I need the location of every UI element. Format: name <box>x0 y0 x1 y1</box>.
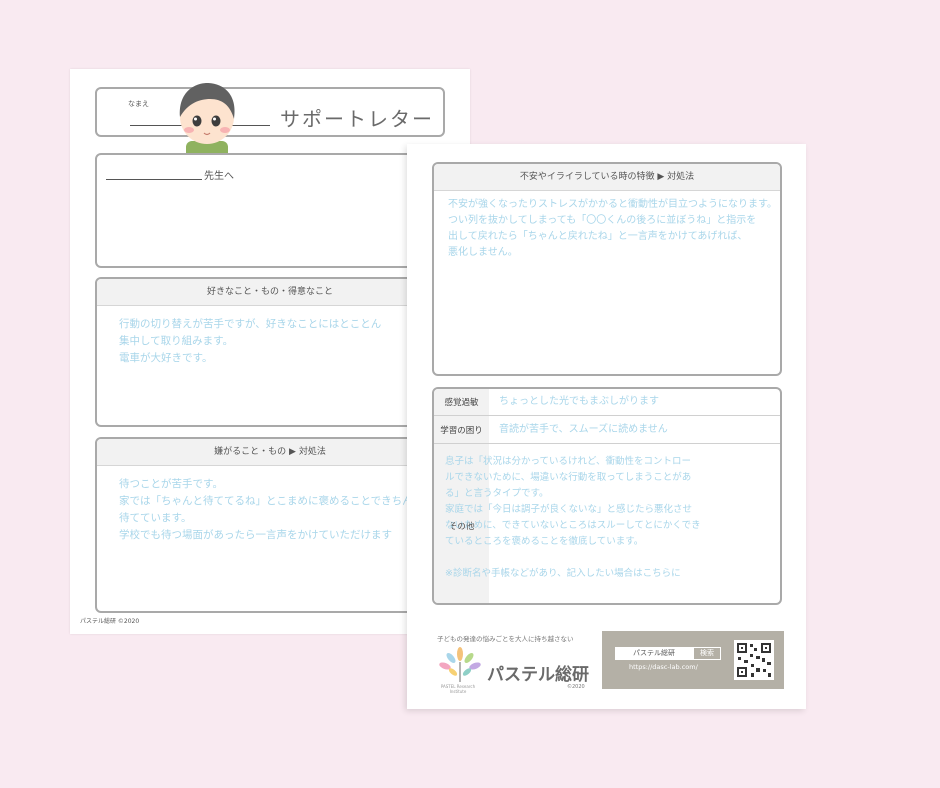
teacher-name-line <box>106 179 202 180</box>
copyright: ©2020 <box>567 684 585 690</box>
name-label: なまえ <box>128 100 149 108</box>
page-title: サポートレター <box>280 107 434 131</box>
brand-subtitle: PASTEL Research Institute <box>440 684 476 694</box>
likes-heading: 好きなこと・もの・得意なこと <box>97 279 443 306</box>
row-value: 音読が苦手で、スムーズに読めません <box>499 424 668 435</box>
info-table: 感覚過敏 ちょっとした光でもまぶしがります 学習の困り 音読が苦手で、スムーズに… <box>432 387 782 605</box>
anxiety-section: 不安やイライラしている時の特徴 ▶ 対処法 不安が強くなったりストレスがかかると… <box>432 162 782 376</box>
teacher-label: 先生へ <box>204 171 234 182</box>
pastel-logo-icon <box>439 647 481 682</box>
dislikes-section: 嫌がること・もの ▶ 対処法 待つことが苦手です。 家では「ちゃんと待ててるね」… <box>95 437 445 613</box>
table-row: その他 息子は「状況は分かっているけれど、衝動性をコントロー ルできないために、… <box>434 444 780 603</box>
likes-section: 好きなこと・もの・得意なこと 行動の切り替えが苦手ですが、好きなことにはとことん… <box>95 277 445 427</box>
qr-code-icon <box>734 640 774 680</box>
likes-text: 行動の切り替えが苦手ですが、好きなことにはとことん 集中して取り組みます。 電車… <box>119 318 382 364</box>
teacher-box <box>95 153 445 268</box>
anxiety-heading: 不安やイライラしている時の特徴 ▶ 対処法 <box>434 164 780 191</box>
footer-logo: パステル総研 ©2020 <box>80 618 140 625</box>
anxiety-text: 不安が強くなったりストレスがかかると衝動性が目立つようになります。 つい列を抜か… <box>448 199 777 258</box>
child-avatar-icon <box>179 83 235 159</box>
row-label: 学習の困り <box>434 416 489 443</box>
search-panel: パステル総研 検索 https://dasc-lab.com/ <box>602 631 784 689</box>
dislikes-text: 待つことが苦手です。 家では「ちゃんと待ててるね」とこまめに褒めることできちん … <box>119 478 413 541</box>
search-input[interactable]: パステル総研 <box>615 647 693 660</box>
table-row: 学習の困り 音読が苦手で、スムーズに読めません <box>434 416 780 444</box>
dislikes-heading: 嫌がること・もの ▶ 対処法 <box>97 439 443 466</box>
table-row: 感覚過敏 ちょっとした光でもまぶしがります <box>434 389 780 416</box>
footer-tagline: 子どもの発達の悩みごとを大人に持ち越さない <box>437 635 574 643</box>
support-letter-page-2: 不安やイライラしている時の特徴 ▶ 対処法 不安が強くなったりストレスがかかると… <box>407 144 806 709</box>
brand-name: パステル総研 <box>487 665 589 685</box>
site-url[interactable]: https://dasc-lab.com/ <box>629 663 698 671</box>
row-label: 感覚過敏 <box>434 389 489 415</box>
row-value: 息子は「状況は分かっているけれど、衝動性をコントロー ルできないために、場違いな… <box>445 456 701 579</box>
search-button[interactable]: 検索 <box>693 647 721 660</box>
row-value: ちょっとした光でもまぶしがります <box>499 396 659 407</box>
